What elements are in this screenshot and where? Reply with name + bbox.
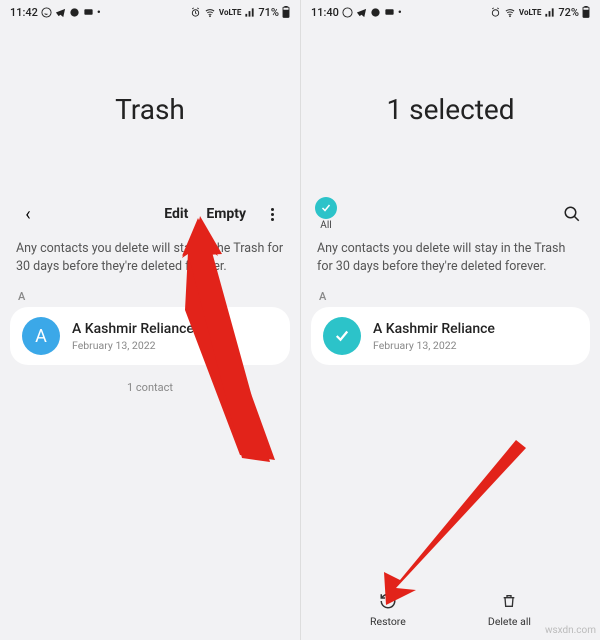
battery-percent: 71%	[258, 6, 279, 19]
annotation-arrow	[356, 440, 536, 610]
volte-label: VoLTE	[219, 9, 241, 16]
check-icon	[315, 197, 337, 219]
select-all-toggle[interactable]: All	[315, 197, 337, 231]
telegram-icon	[55, 7, 66, 18]
restore-icon	[377, 590, 399, 612]
contact-date: February 13, 2022	[72, 339, 194, 352]
chat-icon	[384, 7, 395, 18]
signal-icon	[244, 7, 255, 18]
screen-selected: 11:40 • VoLTE 72% 1 selected	[300, 0, 600, 640]
volte-label: VoLTE	[519, 9, 541, 16]
status-bar: 11:40 • VoLTE 72%	[301, 0, 600, 24]
contact-row[interactable]: A Kashmir Reliance February 13, 2022	[311, 307, 590, 365]
message-icon	[69, 7, 80, 18]
restore-button[interactable]: Restore	[370, 590, 406, 628]
more-button[interactable]	[258, 200, 286, 228]
status-time: 11:42	[10, 6, 38, 19]
status-bar: 11:42 • VoLTE 71%	[0, 0, 300, 24]
avatar: A	[22, 317, 60, 355]
alarm-icon	[490, 7, 501, 18]
back-button[interactable]: ‹	[14, 200, 42, 228]
bottom-bar: Restore Delete all	[301, 590, 600, 628]
message-icon	[370, 7, 381, 18]
watermark: wsxdn.com	[545, 625, 596, 636]
signal-icon	[544, 7, 555, 18]
info-text: Any contacts you delete will stay in the…	[301, 234, 600, 290]
all-label: All	[320, 220, 331, 231]
wifi-icon	[204, 7, 216, 18]
trash-icon	[498, 590, 520, 612]
alarm-icon	[190, 7, 201, 18]
whatsapp-icon	[41, 7, 52, 18]
page-title: Trash	[0, 24, 300, 194]
delete-all-label: Delete all	[488, 615, 531, 628]
search-button[interactable]	[558, 200, 586, 228]
battery-percent: 72%	[558, 6, 579, 19]
delete-all-button[interactable]: Delete all	[488, 590, 531, 628]
contact-name: A Kashmir Reliance	[373, 321, 495, 337]
contact-date: February 13, 2022	[373, 339, 495, 352]
dot-icon: •	[97, 6, 101, 19]
battery-icon	[582, 6, 590, 18]
contact-row[interactable]: A A Kashmir Reliance February 13, 2022	[10, 307, 290, 365]
status-time: 11:40	[311, 6, 339, 19]
section-header: A	[0, 290, 300, 307]
telegram-icon	[356, 7, 367, 18]
whatsapp-icon	[342, 7, 353, 18]
page-title: 1 selected	[301, 24, 600, 194]
wifi-icon	[504, 7, 516, 18]
toolbar: All	[301, 194, 600, 234]
contact-count: 1 contact	[0, 365, 300, 410]
info-text: Any contacts you delete will stay in the…	[0, 234, 300, 290]
avatar-selected	[323, 317, 361, 355]
contact-name: A Kashmir Reliance	[72, 321, 194, 337]
toolbar: ‹ Edit Empty	[0, 194, 300, 234]
section-header: A	[301, 290, 600, 307]
empty-button[interactable]: Empty	[200, 202, 252, 226]
restore-label: Restore	[370, 615, 406, 628]
chat-icon	[83, 7, 94, 18]
edit-button[interactable]: Edit	[158, 202, 194, 226]
dot-icon: •	[398, 6, 402, 19]
battery-icon	[282, 6, 290, 18]
screen-trash: 11:42 • VoLTE 71% Trash ‹ Edit Empty	[0, 0, 300, 640]
